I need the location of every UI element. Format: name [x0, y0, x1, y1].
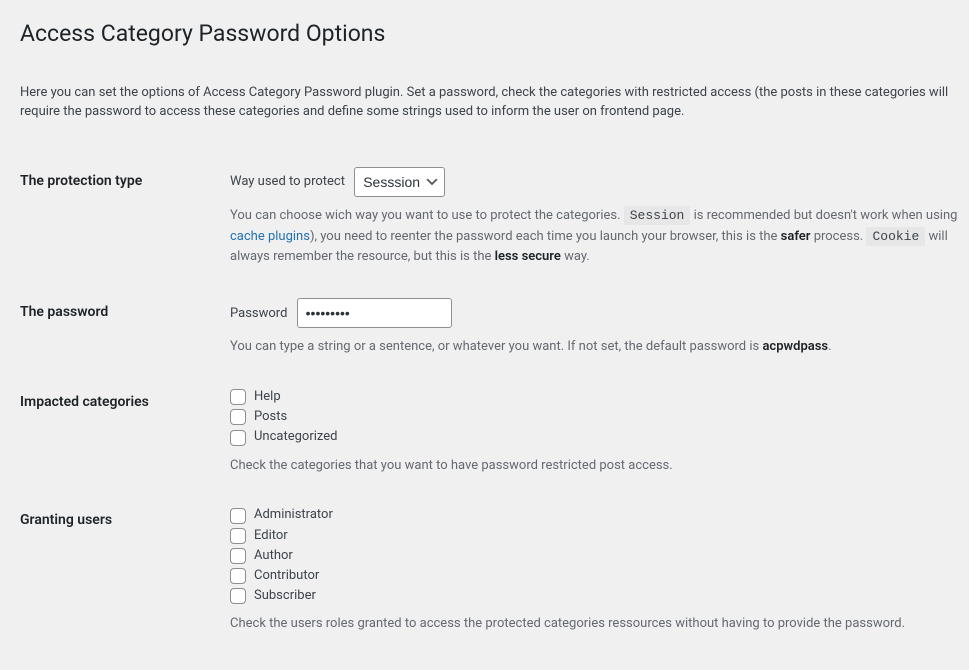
category-label-help: Help	[254, 388, 281, 406]
categories-checkbox-list: Help Posts Uncategorized	[230, 388, 959, 447]
protection-desc-text2: is recommended but doesn't work when usi…	[690, 208, 957, 223]
category-label-posts: Posts	[254, 408, 287, 426]
protection-strong-safer: safer	[781, 229, 811, 244]
user-row-administrator: Administrator	[230, 506, 959, 524]
category-row-help: Help	[230, 388, 959, 406]
user-label-administrator: Administrator	[254, 506, 333, 524]
granting-users-heading: Granting users	[20, 491, 220, 650]
user-label-author: Author	[254, 547, 293, 565]
user-label-editor: Editor	[254, 527, 288, 545]
protection-type-label: Way used to protect	[230, 172, 345, 192]
protection-type-select[interactable]: Sesssion Cookie	[354, 167, 445, 197]
user-row-subscriber: Subscriber	[230, 587, 959, 605]
user-checkbox-subscriber[interactable]	[230, 588, 246, 604]
users-description: Check the users roles granted to access …	[230, 614, 959, 635]
protection-type-heading: The protection type	[20, 152, 220, 283]
category-label-uncategorized: Uncategorized	[254, 428, 337, 446]
user-checkbox-contributor[interactable]	[230, 568, 246, 584]
impacted-categories-heading: Impacted categories	[20, 373, 220, 491]
category-row-posts: Posts	[230, 408, 959, 426]
category-checkbox-uncategorized[interactable]	[230, 430, 246, 446]
protection-code-session: Session	[624, 206, 691, 225]
cache-plugins-link[interactable]: cache plugins	[230, 229, 310, 244]
protection-strong-lesssecure: less secure	[495, 249, 561, 264]
user-label-contributor: Contributor	[254, 567, 319, 585]
password-input[interactable]	[297, 298, 452, 328]
password-heading: The password	[20, 283, 220, 373]
user-checkbox-editor[interactable]	[230, 528, 246, 544]
category-row-uncategorized: Uncategorized	[230, 428, 959, 446]
password-default-strong: acpwdpass	[762, 339, 828, 354]
protection-code-cookie: Cookie	[866, 227, 925, 246]
password-desc-text2: .	[828, 339, 831, 354]
password-desc-text1: You can type a string or a sentence, or …	[230, 339, 762, 354]
users-checkbox-list: Administrator Editor Author Contributor	[230, 506, 959, 605]
protection-desc-text1: You can choose wich way you want to use …	[230, 208, 624, 223]
category-checkbox-posts[interactable]	[230, 409, 246, 425]
category-checkbox-help[interactable]	[230, 389, 246, 405]
user-row-author: Author	[230, 547, 959, 565]
user-label-subscriber: Subscriber	[254, 587, 316, 605]
intro-text: Here you can set the options of Access C…	[20, 83, 969, 122]
user-row-contributor: Contributor	[230, 567, 959, 585]
protection-desc-text4: process.	[810, 229, 866, 244]
categories-description: Check the categories that you want to ha…	[230, 456, 959, 477]
page-title: Access Category Password Options	[20, 10, 969, 53]
user-checkbox-author[interactable]	[230, 548, 246, 564]
protection-desc-text6: way.	[561, 249, 590, 264]
protection-desc-text3: ), you need to reenter the password each…	[310, 229, 781, 244]
protection-description: You can choose wich way you want to use …	[230, 206, 959, 268]
password-description: You can type a string or a sentence, or …	[230, 337, 959, 358]
user-row-editor: Editor	[230, 527, 959, 545]
user-checkbox-administrator[interactable]	[230, 508, 246, 524]
password-label: Password	[230, 304, 287, 324]
